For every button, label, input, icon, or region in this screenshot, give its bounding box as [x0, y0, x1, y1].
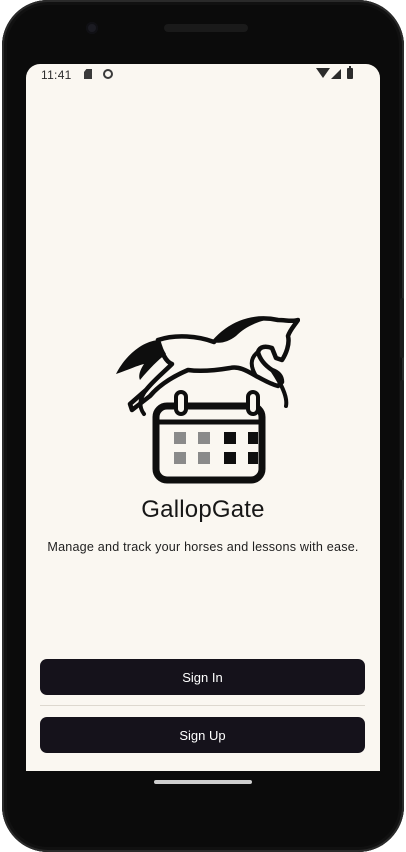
status-time: 11:41 [41, 68, 72, 82]
app-tagline: Manage and track your horses and lessons… [47, 540, 359, 554]
wifi-icon [316, 68, 330, 78]
app-notification-icon [103, 69, 113, 79]
sign-up-button[interactable]: Sign Up [40, 717, 365, 753]
home-gesture-bar[interactable] [154, 780, 252, 784]
power-button [400, 298, 404, 358]
signal-icon [331, 69, 341, 79]
sign-in-button[interactable]: Sign In [40, 659, 365, 695]
app-title: GallopGate [141, 496, 265, 523]
sd-card-icon [84, 69, 92, 79]
earpiece-speaker [164, 24, 248, 32]
battery-icon [347, 66, 353, 79]
button-divider [40, 705, 365, 706]
front-camera [86, 22, 98, 34]
volume-button [400, 380, 404, 480]
status-bar: 11:41 [26, 64, 380, 86]
horse-jumping-calendar-icon [116, 316, 300, 484]
app-screen: 11:41 GallopGate Manage and track your h [26, 64, 380, 771]
